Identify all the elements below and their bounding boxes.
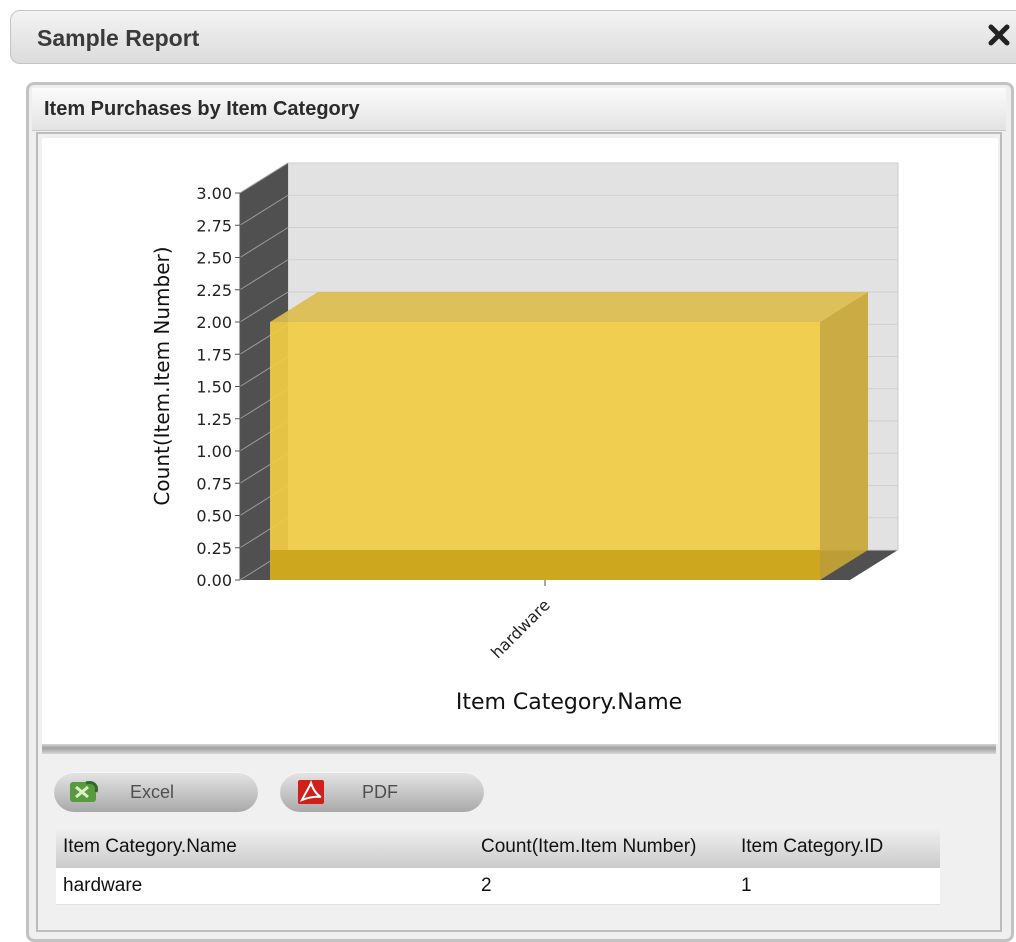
panel-title: Item Purchases by Item Category — [44, 98, 360, 120]
y-tick-label: 2.25 — [196, 281, 232, 300]
y-tick-label: 0.25 — [196, 539, 232, 558]
y-axis-label: Count(Item.Item Number) — [150, 246, 174, 505]
y-tick-label: 2.50 — [196, 249, 232, 268]
excel-icon — [70, 781, 98, 802]
panel-header: Item Purchases by Item Category — [32, 88, 1006, 131]
y-tick-label: 2.00 — [196, 313, 232, 332]
y-tick-label: 3.00 — [196, 184, 232, 203]
bar-side — [820, 292, 868, 580]
bar-chart: hardware 0.00 0.25 0.50 0.75 1.00 1.25 1.50 1.75… — [150, 162, 899, 715]
table-cell: 1 — [734, 868, 940, 905]
y-tick-label: 0.00 — [196, 571, 232, 590]
report-data-table: Item Category.Name Count(Item.Item Numbe… — [56, 826, 940, 905]
report-title: Sample Report — [37, 25, 200, 51]
close-icon[interactable] — [988, 24, 1010, 46]
y-tick-label: 0.50 — [196, 507, 232, 526]
y-tick-label: 1.25 — [196, 410, 232, 429]
pdf-icon — [298, 779, 324, 804]
excel-export-button[interactable]: Excel — [54, 772, 258, 812]
bar-top — [270, 292, 868, 322]
y-tick-label: 0.75 — [196, 474, 232, 493]
report-title-bar: Sample Report — [10, 10, 1016, 64]
table-header-row: Item Category.Name Count(Item.Item Numbe… — [56, 826, 940, 868]
table-cell: 2 — [474, 868, 734, 905]
pdf-button-label: PDF — [362, 782, 398, 802]
chart-area: hardware 0.00 0.25 0.50 0.75 1.00 1.25 1.50 1.75… — [42, 138, 998, 744]
pdf-export-button[interactable]: PDF — [280, 772, 484, 812]
x-axis-label: Item Category.Name — [456, 690, 682, 715]
y-tick-label: 2.75 — [196, 216, 232, 235]
excel-button-label: Excel — [130, 782, 175, 802]
y-tick-label: 1.75 — [196, 345, 232, 364]
x-tick-label: hardware — [487, 595, 554, 662]
y-tick-label: 1.00 — [196, 442, 232, 461]
column-header: Item Category.ID — [734, 826, 940, 868]
section-divider — [42, 744, 996, 754]
bar-base-shade — [270, 550, 820, 580]
column-header: Count(Item.Item Number) — [474, 826, 734, 868]
y-tick-label: 1.50 — [196, 378, 232, 397]
table-row: hardware 2 1 — [56, 868, 940, 905]
table-cell: hardware — [56, 868, 474, 905]
bar — [270, 322, 820, 580]
column-header: Item Category.Name — [56, 826, 474, 868]
